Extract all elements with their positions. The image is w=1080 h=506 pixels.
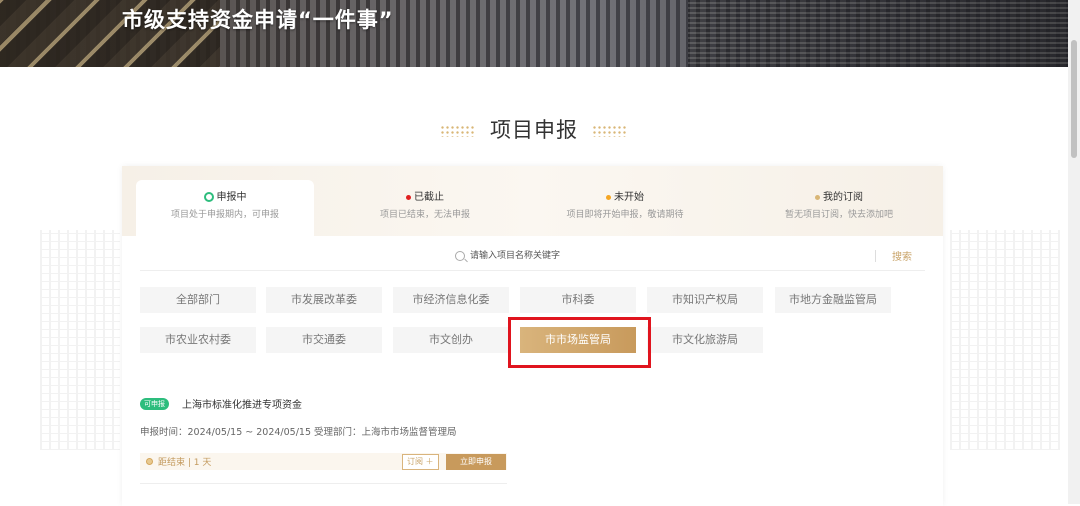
tab-label: 已截止 <box>414 192 444 203</box>
dept-intellectual-property[interactable]: 市知识产权局 <box>647 287 763 313</box>
dept-science-technology[interactable]: 市科委 <box>520 287 636 313</box>
tab-description: 暂无项目订阅，快去添加吧 <box>784 210 893 220</box>
section-title: 项目申报 <box>490 118 578 142</box>
subscribe-button[interactable]: 订阅 ＋ <box>402 454 439 470</box>
status-dot-icon <box>815 194 820 200</box>
banner: 市级支持资金申请“一件事” <box>0 0 1068 67</box>
status-dot-icon <box>606 194 611 200</box>
remaining-time: 距结束 | 1 天 <box>158 458 212 468</box>
dept-development-reform[interactable]: 市发展改革委 <box>266 287 382 313</box>
scrollbar[interactable] <box>1068 0 1080 504</box>
dept-agriculture-rural[interactable]: 市农业农村委 <box>140 327 256 353</box>
tab-not-started[interactable]: 未开始 项目即将开始申报，敬请期待 <box>536 180 714 236</box>
search-icon <box>455 251 465 261</box>
search-bar: 搜索 <box>140 244 925 271</box>
status-badge: 可申报 <box>140 398 169 410</box>
status-dot-icon <box>406 194 411 200</box>
selection-highlight <box>508 317 651 368</box>
decorative-dots-icon <box>440 125 476 137</box>
tab-description: 项目即将开始申报，敬请期待 <box>566 210 684 220</box>
status-tabs: 申报中 项目处于申报期内，可申报 已截止 项目已结束，无法申报 未开始 项目即将… <box>122 166 943 236</box>
dept-economy-informatization[interactable]: 市经济信息化委 <box>393 287 509 313</box>
tab-description: 项目已结束，无法申报 <box>379 210 470 220</box>
tab-description: 项目处于申报期内，可申报 <box>170 210 279 220</box>
search-input[interactable] <box>470 248 830 264</box>
tab-applying[interactable]: 申报中 项目处于申报期内，可申报 <box>136 180 314 236</box>
background-city-right <box>950 230 1060 450</box>
decorative-dots-icon <box>592 125 628 137</box>
banner-title: 市级支持资金申请“一件事” <box>122 8 394 32</box>
dept-all[interactable]: 全部部门 <box>140 287 256 313</box>
scroll-thumb[interactable] <box>1071 40 1077 158</box>
tab-my-subscriptions[interactable]: 我的订阅 暂无项目订阅，快去添加吧 <box>750 180 928 236</box>
project-status-bar: 距结束 | 1 天 订阅 ＋ 立即申报 <box>140 453 507 470</box>
tab-label: 申报中 <box>216 192 247 203</box>
search-button[interactable]: 搜索 <box>892 248 912 263</box>
background-city-left <box>40 230 120 450</box>
dept-cultural-creative[interactable]: 市文创办 <box>393 327 509 353</box>
tab-label: 未开始 <box>614 192 644 203</box>
clock-icon <box>146 458 153 465</box>
section-heading: 项目申报 <box>0 114 1068 144</box>
dept-transport[interactable]: 市交通委 <box>266 327 382 353</box>
project-meta: 申报时间：2024/05/15 ~ 2024/05/15 受理部门：上海市市场监… <box>140 427 457 438</box>
apply-button[interactable]: 立即申报 <box>446 454 506 470</box>
tab-closed[interactable]: 已截止 项目已结束，无法申报 <box>336 180 514 236</box>
status-ring-icon <box>203 192 214 202</box>
dept-culture-tourism[interactable]: 市文化旅游局 <box>647 327 763 353</box>
divider <box>140 483 507 484</box>
tab-label: 我的订阅 <box>823 192 863 203</box>
project-title[interactable]: 上海市标准化推进专项资金 <box>182 396 302 411</box>
divider <box>875 250 876 262</box>
dept-local-finance[interactable]: 市地方金融监管局 <box>775 287 891 313</box>
